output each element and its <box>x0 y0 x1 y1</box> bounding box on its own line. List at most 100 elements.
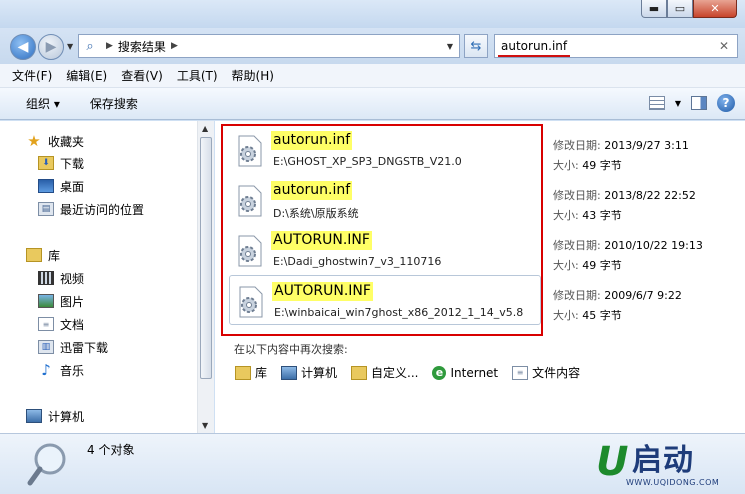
logo-name: 启动 <box>632 443 694 478</box>
file-size: 大小: 49 字节 <box>553 257 622 273</box>
view-options-dropdown-icon[interactable]: ▼ <box>675 99 681 108</box>
magnifier-icon <box>27 443 66 486</box>
nav-documents[interactable]: ≡ 文档 <box>38 314 84 334</box>
file-size: 大小: 45 字节 <box>553 307 622 323</box>
address-dropdown-icon[interactable]: ▼ <box>447 42 453 51</box>
size-label: 大小: <box>553 209 579 222</box>
toolbar-right: ▼ ? <box>648 94 735 112</box>
menu-view[interactable]: 查看(V) <box>121 67 163 84</box>
search-again-computer[interactable]: 计算机 <box>281 364 337 381</box>
modified-value: 2013/9/27 3:11 <box>604 139 689 152</box>
uqidong-logo: U 启动 WWW.UQIDONG.COM <box>594 440 738 492</box>
size-value: 45 字节 <box>582 309 622 322</box>
nav-label: 下载 <box>60 156 85 171</box>
search-again-label: 在以下内容中再次搜索: <box>234 343 348 356</box>
recent-places-icon: ▤ <box>38 202 54 216</box>
nav-label: 图片 <box>60 294 85 309</box>
maximize-button[interactable]: ▭ <box>667 0 693 18</box>
address-row: ◀ ▶ ▼ ⌕ ▶ 搜索结果 ▶ ▼ ⇆ ✕ <box>0 28 745 64</box>
breadcrumb-search-results[interactable]: 搜索结果 <box>118 38 166 55</box>
refresh-button[interactable]: ⇆ <box>464 34 488 58</box>
videos-icon <box>38 271 54 285</box>
help-icon[interactable]: ? <box>717 94 735 112</box>
search-again-libraries[interactable]: 库 <box>235 364 267 381</box>
option-label: Internet <box>450 365 499 380</box>
nav-libraries[interactable]: 库 <box>26 245 60 265</box>
close-button[interactable]: ✕ <box>693 0 737 18</box>
option-label: 文件内容 <box>532 366 581 380</box>
address-bar[interactable]: ⌕ ▶ 搜索结果 ▶ ▼ <box>78 34 460 58</box>
minimize-button[interactable]: ▬ <box>641 0 667 18</box>
forward-button[interactable]: ▶ <box>38 34 64 60</box>
nav-label: 文档 <box>60 317 85 332</box>
menu-tools[interactable]: 工具(T) <box>177 67 218 84</box>
internet-icon: e <box>432 365 447 380</box>
breadcrumb-arrow-icon[interactable]: ▶ <box>106 41 113 51</box>
file-size: 大小: 49 字节 <box>553 157 622 173</box>
nav-downloads[interactable]: ⬇ 下载 <box>38 153 84 173</box>
modified-value: 2010/10/22 19:13 <box>604 239 703 252</box>
computer-icon <box>281 365 298 380</box>
search-icon: ⌕ <box>86 38 94 54</box>
modified-label: 修改日期: <box>553 289 601 302</box>
scroll-thumb[interactable] <box>200 137 212 379</box>
file-modified: 修改日期: 2013/8/22 22:52 <box>553 187 696 203</box>
desktop-icon <box>38 179 54 193</box>
save-search-button[interactable]: 保存搜索 <box>70 95 148 112</box>
file-modified: 修改日期: 2013/9/27 3:11 <box>553 137 689 153</box>
music-icon: ♪ <box>41 361 51 379</box>
star-icon: ★ <box>27 132 41 150</box>
nav-label: 计算机 <box>48 409 85 424</box>
search-again-internet[interactable]: e Internet <box>432 365 499 380</box>
size-label: 大小: <box>553 259 579 272</box>
details-pane: 4 个对象 U 启动 WWW.UQIDONG.COM <box>0 433 745 494</box>
recent-pages-dropdown[interactable]: ▼ <box>67 42 73 51</box>
nav-label: 最近访问的位置 <box>60 202 145 217</box>
modified-value: 2013/8/22 22:52 <box>604 189 696 202</box>
nav-label: 桌面 <box>60 179 85 194</box>
search-again-custom[interactable]: 自定义... <box>351 364 418 381</box>
menu-bar: 文件(F) 编辑(E) 查看(V) 工具(T) 帮助(H) <box>0 64 745 88</box>
menu-help[interactable]: 帮助(H) <box>232 67 274 84</box>
nav-label: 库 <box>48 248 61 263</box>
nav-label: 视频 <box>60 271 85 286</box>
breadcrumb-arrow-icon[interactable]: ▶ <box>171 41 178 51</box>
nav-desktop[interactable]: 桌面 <box>38 176 84 196</box>
file-modified: 修改日期: 2009/6/7 9:22 <box>553 287 682 303</box>
scroll-up-arrow-icon[interactable]: ▲ <box>202 124 208 133</box>
size-label: 大小: <box>553 159 579 172</box>
computer-icon <box>26 409 42 423</box>
nav-thunder-downloads[interactable]: ▥ 迅雷下载 <box>38 337 108 357</box>
change-view-icon[interactable] <box>648 96 665 110</box>
preview-pane-icon[interactable] <box>691 96 707 110</box>
file-contents-icon: ≡ <box>512 365 529 380</box>
nav-videos[interactable]: 视频 <box>38 268 84 288</box>
nav-pictures[interactable]: 图片 <box>38 291 84 311</box>
documents-icon: ≡ <box>38 317 54 331</box>
option-label: 库 <box>255 366 268 380</box>
modified-label: 修改日期: <box>553 139 601 152</box>
nav-scrollbar[interactable]: ▲ ▼ <box>197 121 214 433</box>
organize-button[interactable]: 组织 ▾ <box>0 95 70 112</box>
nav-recent-places[interactable]: ▤ 最近访问的位置 <box>38 199 144 219</box>
clear-search-icon[interactable]: ✕ <box>719 39 729 53</box>
scroll-down-arrow-icon[interactable]: ▼ <box>202 421 208 430</box>
search-input[interactable] <box>501 39 701 53</box>
size-value: 49 字节 <box>582 159 622 172</box>
menu-file[interactable]: 文件(F) <box>12 67 52 84</box>
logo-url: WWW.UQIDONG.COM <box>626 478 720 487</box>
nav-computer[interactable]: 计算机 <box>26 406 84 426</box>
back-button[interactable]: ◀ <box>10 34 36 60</box>
nav-favorites[interactable]: ★ 收藏夹 <box>26 131 84 151</box>
navigation-pane: ★ 收藏夹 ⬇ 下载 桌面 ▤ 最近访问的位置 库 视频 图片 ≡ 文档 ▥ 迅… <box>0 121 197 433</box>
size-label: 大小: <box>553 309 579 322</box>
pictures-icon <box>38 294 54 308</box>
search-highlight-underline <box>498 55 570 57</box>
search-again-file-contents[interactable]: ≡ 文件内容 <box>512 364 580 381</box>
nav-music[interactable]: ♪ 音乐 <box>38 360 84 380</box>
logo-u: U <box>596 439 629 485</box>
modified-label: 修改日期: <box>553 189 601 202</box>
libraries-icon <box>26 248 42 262</box>
highlight-annotation-box <box>221 124 543 336</box>
menu-edit[interactable]: 编辑(E) <box>66 67 107 84</box>
